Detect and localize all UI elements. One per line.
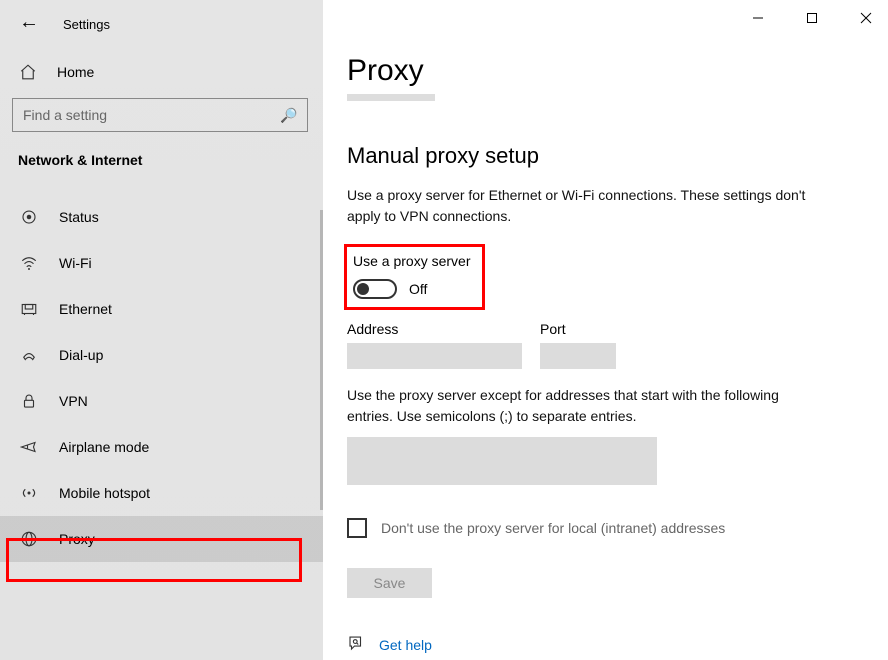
address-label: Address — [347, 321, 522, 337]
sidebar-item-status[interactable]: Status — [0, 194, 323, 240]
address-input[interactable] — [347, 343, 522, 369]
proxy-toggle-block: Use a proxy server Off — [347, 247, 482, 307]
port-label: Port — [540, 321, 616, 337]
vpn-icon — [19, 392, 39, 410]
settings-window: ← Settings Home 🔍 Network & Internet Sta… — [0, 0, 888, 660]
sidebar-item-dialup[interactable]: Dial-up — [0, 332, 323, 378]
sidebar-item-wifi[interactable]: Wi-Fi — [0, 240, 323, 286]
help-row[interactable]: Get help — [347, 634, 870, 655]
sidebar-item-airplane[interactable]: Airplane mode — [0, 424, 323, 470]
proxy-toggle[interactable] — [353, 279, 397, 299]
content-area: Proxy Manual proxy setup Use a proxy ser… — [323, 0, 888, 660]
local-bypass-checkbox[interactable] — [347, 518, 367, 538]
window-controls — [744, 6, 880, 30]
get-help-link[interactable]: Get help — [379, 637, 432, 653]
address-field-col: Address — [347, 321, 522, 369]
save-button[interactable]: Save — [347, 568, 432, 598]
port-input[interactable] — [540, 343, 616, 369]
search-box[interactable]: 🔍 — [12, 98, 308, 132]
search-container: 🔍 — [0, 98, 323, 132]
sidebar-item-label: Dial-up — [59, 347, 103, 363]
sidebar-item-vpn[interactable]: VPN — [0, 378, 323, 424]
home-icon — [19, 63, 37, 81]
sidebar-item-label: VPN — [59, 393, 88, 409]
home-label: Home — [57, 64, 94, 80]
nav-list: Status Wi-Fi Ethernet Dial-up — [0, 194, 323, 562]
section-heading: Network & Internet — [0, 132, 323, 176]
page-title: Proxy — [347, 54, 870, 88]
search-icon: 🔍 — [280, 107, 297, 124]
minimize-button[interactable] — [744, 6, 772, 30]
exceptions-label: Use the proxy server except for addresse… — [347, 385, 827, 427]
sidebar-item-label: Status — [59, 209, 99, 225]
local-bypass-row[interactable]: Don't use the proxy server for local (in… — [347, 518, 870, 538]
sidebar-item-label: Airplane mode — [59, 439, 149, 455]
subheading: Manual proxy setup — [347, 143, 870, 169]
airplane-icon — [19, 438, 39, 456]
sidebar: ← Settings Home 🔍 Network & Internet Sta… — [0, 0, 323, 660]
sidebar-item-label: Ethernet — [59, 301, 112, 317]
local-bypass-label: Don't use the proxy server for local (in… — [381, 520, 725, 536]
status-icon — [19, 208, 39, 226]
search-input[interactable] — [23, 107, 280, 123]
port-field-col: Port — [540, 321, 616, 369]
back-arrow-icon[interactable]: ← — [19, 12, 39, 32]
sidebar-item-label: Mobile hotspot — [59, 485, 150, 501]
title-bar: ← Settings — [0, 0, 323, 46]
address-port-row: Address Port — [347, 321, 870, 369]
home-nav[interactable]: Home — [0, 52, 323, 92]
hotspot-icon — [19, 484, 39, 502]
annotation-highlight — [344, 244, 485, 310]
dialup-icon — [19, 346, 39, 364]
app-title: Settings — [63, 17, 110, 32]
maximize-button[interactable] — [798, 6, 826, 30]
sidebar-item-hotspot[interactable]: Mobile hotspot — [0, 470, 323, 516]
description: Use a proxy server for Ethernet or Wi-Fi… — [347, 185, 827, 227]
wifi-icon — [19, 254, 39, 272]
close-button[interactable] — [852, 6, 880, 30]
title-underline — [347, 94, 435, 101]
sidebar-item-ethernet[interactable]: Ethernet — [0, 286, 323, 332]
annotation-highlight — [6, 538, 302, 582]
exceptions-input[interactable] — [347, 437, 657, 485]
sidebar-item-label: Wi-Fi — [59, 255, 92, 271]
toggle-knob — [357, 283, 369, 295]
help-icon — [347, 634, 365, 655]
ethernet-icon — [19, 300, 39, 318]
